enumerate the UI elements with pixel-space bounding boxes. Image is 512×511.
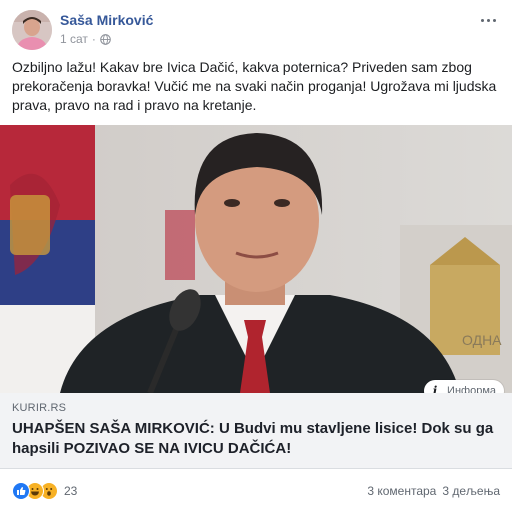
- more-options-icon[interactable]: [476, 12, 500, 28]
- facebook-post: Saša Mirković 1 сат · Ozbiljno lažu! Kak…: [0, 0, 512, 511]
- link-preview[interactable]: ОДНА i Информа KURIR.RS UHAPŠEN SAŠA MIR…: [0, 125, 512, 469]
- post-header: Saša Mirković 1 сат ·: [12, 10, 500, 50]
- avatar[interactable]: [12, 10, 52, 50]
- link-title[interactable]: UHAPŠEN SAŠA MIRKOVIĆ: U Budvi mu stavlj…: [12, 419, 500, 459]
- like-icon: [12, 482, 30, 500]
- engagement-counts: 3 коментара 3 дељења: [367, 484, 500, 498]
- reaction-count[interactable]: 23: [64, 484, 77, 498]
- globe-icon[interactable]: [100, 33, 111, 45]
- info-badge[interactable]: i Информа: [424, 380, 504, 393]
- info-label: Информа: [447, 385, 496, 393]
- post-timestamp[interactable]: 1 сат: [60, 32, 88, 46]
- link-preview-image[interactable]: ОДНА i Информа: [0, 125, 512, 393]
- reactions-summary[interactable]: 23: [12, 481, 77, 501]
- shares-count[interactable]: 3 дељења: [442, 484, 500, 498]
- link-domain: KURIR.RS: [12, 402, 67, 414]
- info-icon: i: [432, 384, 438, 393]
- comments-count[interactable]: 3 коментара: [367, 484, 436, 498]
- post-meta: 1 сат ·: [60, 32, 111, 46]
- svg-text:ОДНА: ОДНА: [462, 332, 502, 348]
- link-preview-footer[interactable]: KURIR.RS UHAPŠEN SAŠA MIRKOVIĆ: U Budvi …: [0, 393, 512, 469]
- post-text: Ozbiljno lažu! Kakav bre Ivica Dačić, ka…: [12, 59, 497, 113]
- author-name[interactable]: Saša Mirković: [60, 12, 153, 28]
